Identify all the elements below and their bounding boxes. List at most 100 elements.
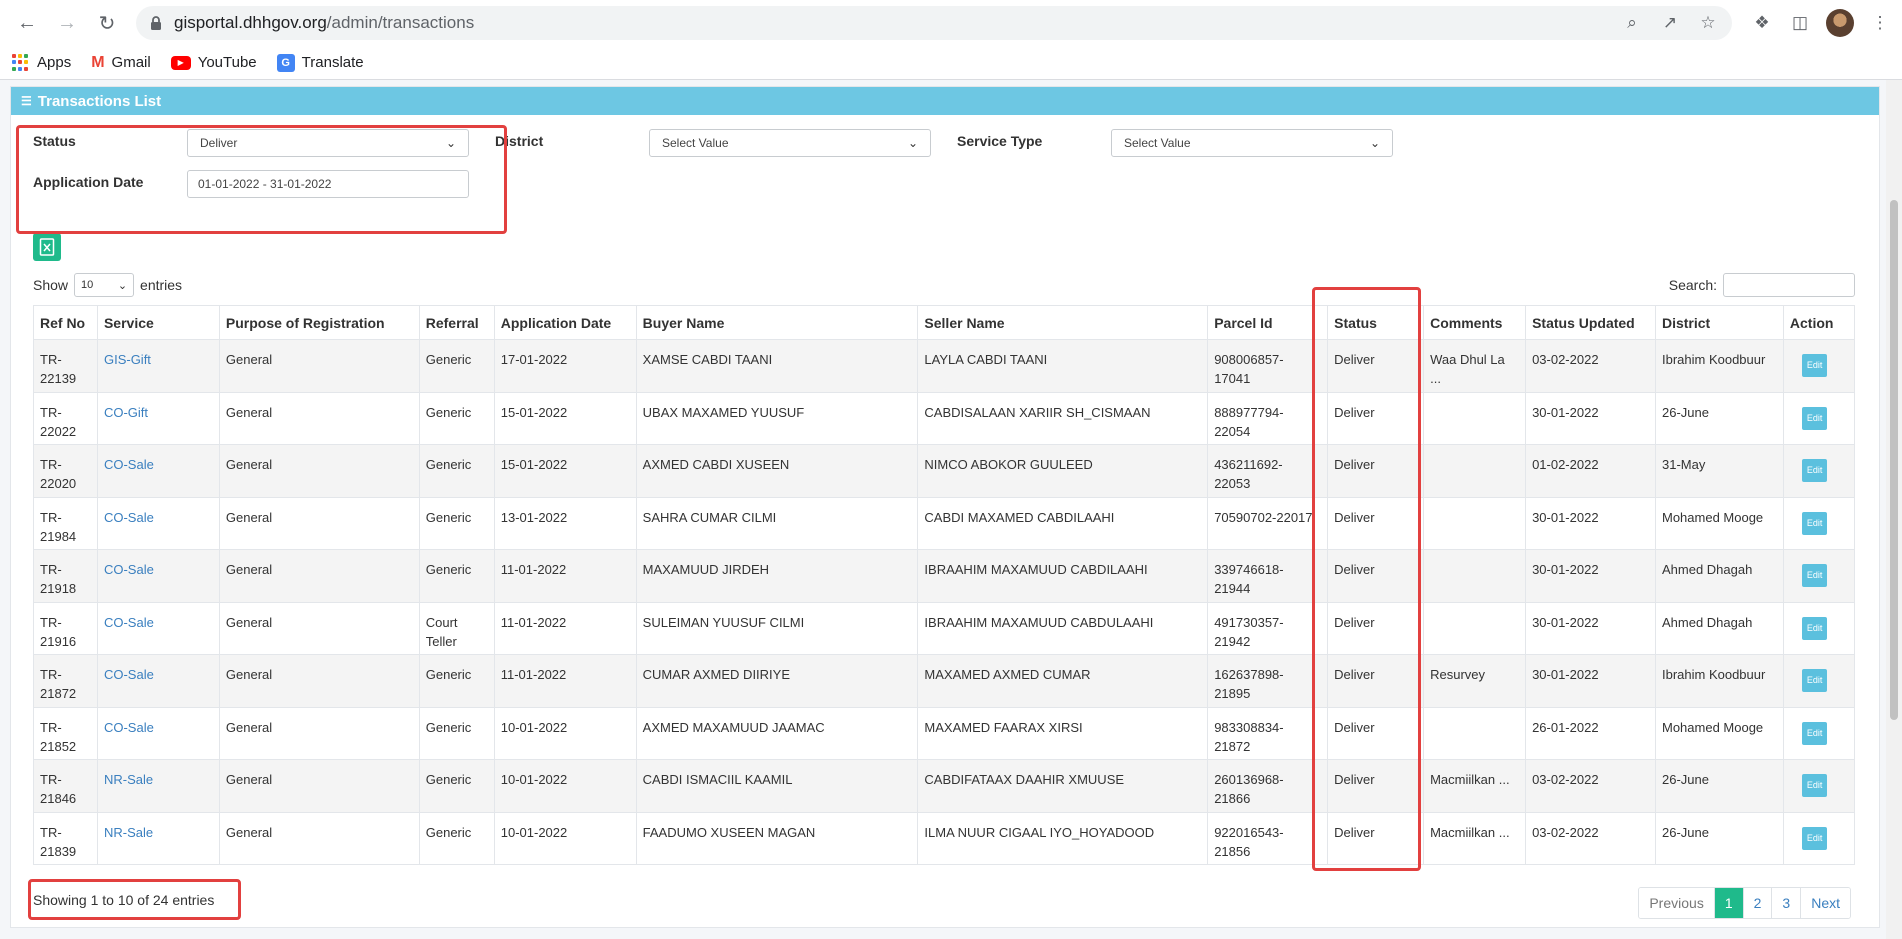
edit-button[interactable]: Edit bbox=[1801, 354, 1828, 377]
cell-text: General bbox=[225, 719, 273, 735]
cell-action: Edit bbox=[1782, 654, 1856, 708]
page-button-2[interactable]: 2 bbox=[1742, 888, 1772, 918]
cell-ref: TR- 21918 bbox=[33, 549, 98, 603]
page-length-select[interactable]: 10 ⌄ bbox=[74, 273, 135, 297]
service-link[interactable]: CO-Sale bbox=[104, 562, 154, 577]
cell-district: 26-June bbox=[1654, 811, 1784, 865]
cell-text: Generic bbox=[425, 404, 472, 420]
scrollbar-thumb[interactable] bbox=[1890, 200, 1898, 720]
bookmark-label: YouTube bbox=[197, 54, 257, 71]
cell-text: Generic bbox=[425, 719, 472, 735]
column-header-ref[interactable]: Ref No bbox=[33, 305, 98, 340]
page-button-1[interactable]: 1 bbox=[1713, 888, 1743, 918]
service-link[interactable]: NR-Sale bbox=[104, 825, 153, 840]
reload-icon[interactable]: ↻ bbox=[90, 6, 124, 40]
service-link[interactable]: NR-Sale bbox=[104, 772, 153, 787]
cell-text: XAMSE CABDI TAANI bbox=[642, 352, 773, 367]
cell-text: Resurvey bbox=[1430, 667, 1486, 682]
address-bar[interactable]: gisportal.dhhgov.org/admin/transactions … bbox=[136, 6, 1732, 40]
column-header-referral[interactable]: Referral bbox=[418, 305, 495, 340]
service-link[interactable]: CO-Sale bbox=[104, 720, 154, 735]
gmail-icon: M bbox=[91, 53, 105, 71]
service-link[interactable]: CO-Sale bbox=[104, 667, 154, 682]
forward-icon[interactable]: → bbox=[50, 6, 84, 40]
edit-button[interactable]: Edit bbox=[1801, 564, 1828, 587]
apps-grid-icon bbox=[12, 53, 30, 72]
cell-comments: Waa Dhul La ... bbox=[1423, 339, 1527, 393]
edit-button[interactable]: Edit bbox=[1801, 406, 1828, 430]
column-header-district[interactable]: District bbox=[1654, 305, 1784, 340]
column-header-updated[interactable]: Status Updated bbox=[1525, 305, 1656, 340]
column-header-buyer[interactable]: Buyer Name bbox=[635, 305, 919, 340]
edit-button[interactable]: Edit bbox=[1801, 774, 1828, 797]
star-icon[interactable]: ☆ bbox=[1696, 11, 1720, 35]
cell-text: 436211692- 22053 bbox=[1214, 457, 1283, 491]
service-type-filter-select[interactable]: Select Value ⌄ bbox=[1111, 129, 1393, 157]
column-header-app-date[interactable]: Application Date bbox=[493, 305, 637, 340]
cell-text: Mohamed Mooge bbox=[1661, 509, 1764, 525]
bookmark-label: Gmail bbox=[111, 54, 151, 71]
cell-referral: Court Teller bbox=[418, 601, 495, 655]
previous-page-button[interactable]: Previous bbox=[1639, 888, 1714, 918]
bookmark-label: Translate bbox=[301, 54, 364, 71]
edit-button[interactable]: Edit bbox=[1801, 721, 1828, 745]
page-button-3[interactable]: 3 bbox=[1771, 888, 1801, 918]
column-header-comments[interactable]: Comments bbox=[1423, 305, 1527, 340]
cell-app-date: 11-01-2022 bbox=[493, 601, 637, 655]
table-row: TR- 22139 GIS-Gift General Generic 17-01-202… bbox=[33, 339, 1856, 393]
table-row: TR- 21846 NR-Sale General Generic 10-01-2022… bbox=[33, 759, 1856, 813]
cell-purpose: General bbox=[218, 706, 420, 760]
avatar[interactable] bbox=[1826, 9, 1854, 37]
service-link[interactable]: CO-Gift bbox=[104, 405, 148, 420]
extensions-icon[interactable]: ❖ bbox=[1750, 11, 1774, 35]
bookmark-youtube[interactable]: ▶ YouTube bbox=[170, 54, 257, 71]
cell-text: Macmiilkan ... bbox=[1430, 824, 1510, 840]
service-link[interactable]: CO-Sale bbox=[104, 510, 154, 525]
cell-parcel: 983308834- 21872 bbox=[1207, 706, 1329, 760]
service-link[interactable]: CO-Sale bbox=[104, 615, 154, 630]
column-header-purpose[interactable]: Purpose of Registration bbox=[218, 305, 420, 340]
side-panel-icon[interactable]: ◫ bbox=[1788, 11, 1812, 35]
district-filter-select[interactable]: Select Value ⌄ bbox=[649, 129, 931, 157]
edit-button[interactable]: Edit bbox=[1801, 511, 1828, 535]
cell-action: Edit bbox=[1782, 811, 1856, 865]
edit-button[interactable]: Edit bbox=[1801, 826, 1828, 850]
cell-text: 11-01-2022 bbox=[500, 614, 567, 630]
next-page-button[interactable]: Next bbox=[1800, 888, 1850, 918]
edit-button[interactable]: Edit bbox=[1801, 616, 1828, 640]
cell-seller: NIMCO ABOKOR GUULEED bbox=[917, 444, 1209, 498]
cell-comments bbox=[1423, 391, 1527, 445]
cell-updated: 26-01-2022 bbox=[1525, 706, 1656, 760]
export-excel-button[interactable] bbox=[33, 233, 61, 261]
share-icon[interactable]: ↗ bbox=[1658, 11, 1682, 35]
zoom-icon[interactable]: ⌕ bbox=[1620, 11, 1644, 35]
cell-ref: TR- 22022 bbox=[33, 391, 98, 445]
cell-purpose: General bbox=[218, 391, 420, 445]
edit-button[interactable]: Edit bbox=[1801, 669, 1828, 692]
pagination: Previous 1 2 3 Next bbox=[1638, 887, 1851, 919]
cell-comments: Resurvey bbox=[1423, 654, 1527, 708]
cell-text: SULEIMAN YUUSUF CILMI bbox=[642, 614, 805, 630]
bookmark-gmail[interactable]: M Gmail bbox=[91, 54, 151, 72]
scrollbar[interactable] bbox=[1886, 80, 1902, 939]
bookmark-translate[interactable]: G Translate bbox=[276, 53, 364, 72]
entries-label: entries bbox=[140, 277, 183, 293]
column-header-service[interactable]: Service bbox=[96, 305, 220, 340]
cell-referral: Generic bbox=[418, 549, 495, 603]
cell-buyer: XAMSE CABDI TAANI bbox=[635, 339, 919, 393]
menu-icon[interactable]: ⋮ bbox=[1868, 11, 1892, 35]
column-header-action[interactable]: Action bbox=[1782, 305, 1856, 340]
back-icon[interactable]: ← bbox=[10, 6, 44, 40]
bookmark-apps[interactable]: Apps bbox=[12, 53, 71, 72]
search-input[interactable] bbox=[1723, 273, 1855, 297]
service-link[interactable]: GIS-Gift bbox=[104, 352, 151, 367]
edit-button[interactable]: Edit bbox=[1801, 459, 1828, 482]
cell-service: CO-Sale bbox=[96, 444, 220, 498]
cell-app-date: 10-01-2022 bbox=[493, 759, 637, 813]
cell-district: Ibrahim Koodbuur bbox=[1654, 339, 1784, 393]
table-row: TR- 21984 CO-Sale General Generic 13-01-2022… bbox=[33, 496, 1856, 550]
service-link[interactable]: CO-Sale bbox=[104, 457, 154, 472]
cell-action: Edit bbox=[1782, 339, 1856, 393]
column-header-seller[interactable]: Seller Name bbox=[917, 305, 1209, 340]
column-header-parcel[interactable]: Parcel Id bbox=[1207, 305, 1329, 340]
